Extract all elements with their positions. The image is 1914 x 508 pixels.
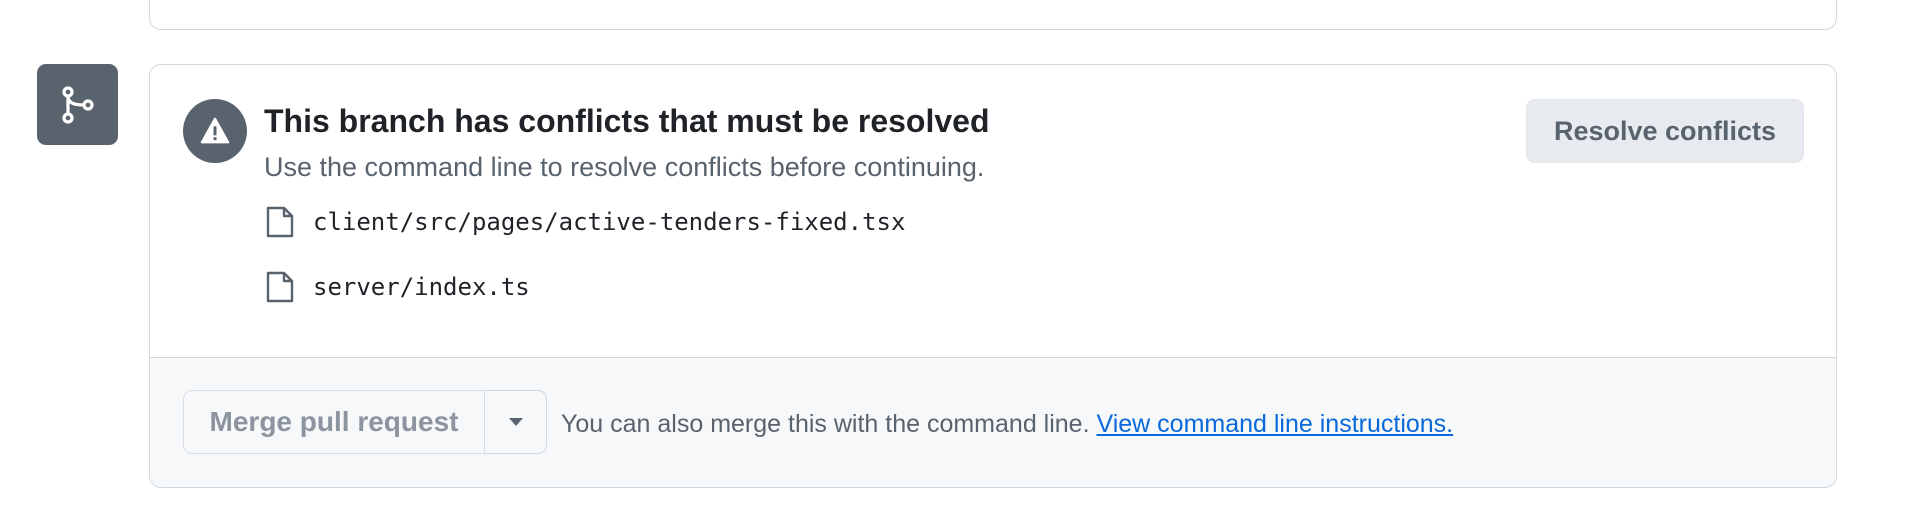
conflict-file-path: client/src/pages/active-tenders-fixed.ts… <box>313 208 906 236</box>
alert-icon <box>183 99 247 163</box>
conflict-file-item: server/index.ts <box>265 270 530 304</box>
resolve-conflicts-button[interactable]: Resolve conflicts <box>1526 99 1804 163</box>
merge-help-text: You can also merge this with the command… <box>561 410 1090 438</box>
conflict-file-item: client/src/pages/active-tenders-fixed.ts… <box>265 205 905 239</box>
file-icon <box>265 205 295 239</box>
merge-button-group: Merge pull request <box>183 390 547 454</box>
merge-section: This branch has conflicts that must be r… <box>0 0 1914 508</box>
merge-method-dropdown-button[interactable] <box>485 390 547 454</box>
previous-timeline-card <box>149 0 1837 30</box>
conflict-file-path: server/index.ts <box>313 273 530 301</box>
conflict-title: This branch has conflicts that must be r… <box>264 103 990 139</box>
conflict-subtitle: Use the command line to resolve conflict… <box>264 152 985 182</box>
merge-box: This branch has conflicts that must be r… <box>149 64 1837 488</box>
command-line-instructions-link[interactable]: View command line instructions. <box>1096 410 1453 438</box>
merge-help: You can also merge this with the command… <box>561 410 1453 439</box>
merge-footer: Merge pull request You can also merge th… <box>150 357 1836 487</box>
merge-pull-request-button[interactable]: Merge pull request <box>183 390 485 454</box>
git-branch-icon <box>37 64 118 145</box>
file-icon <box>265 270 295 304</box>
triangle-down-icon <box>508 418 523 426</box>
